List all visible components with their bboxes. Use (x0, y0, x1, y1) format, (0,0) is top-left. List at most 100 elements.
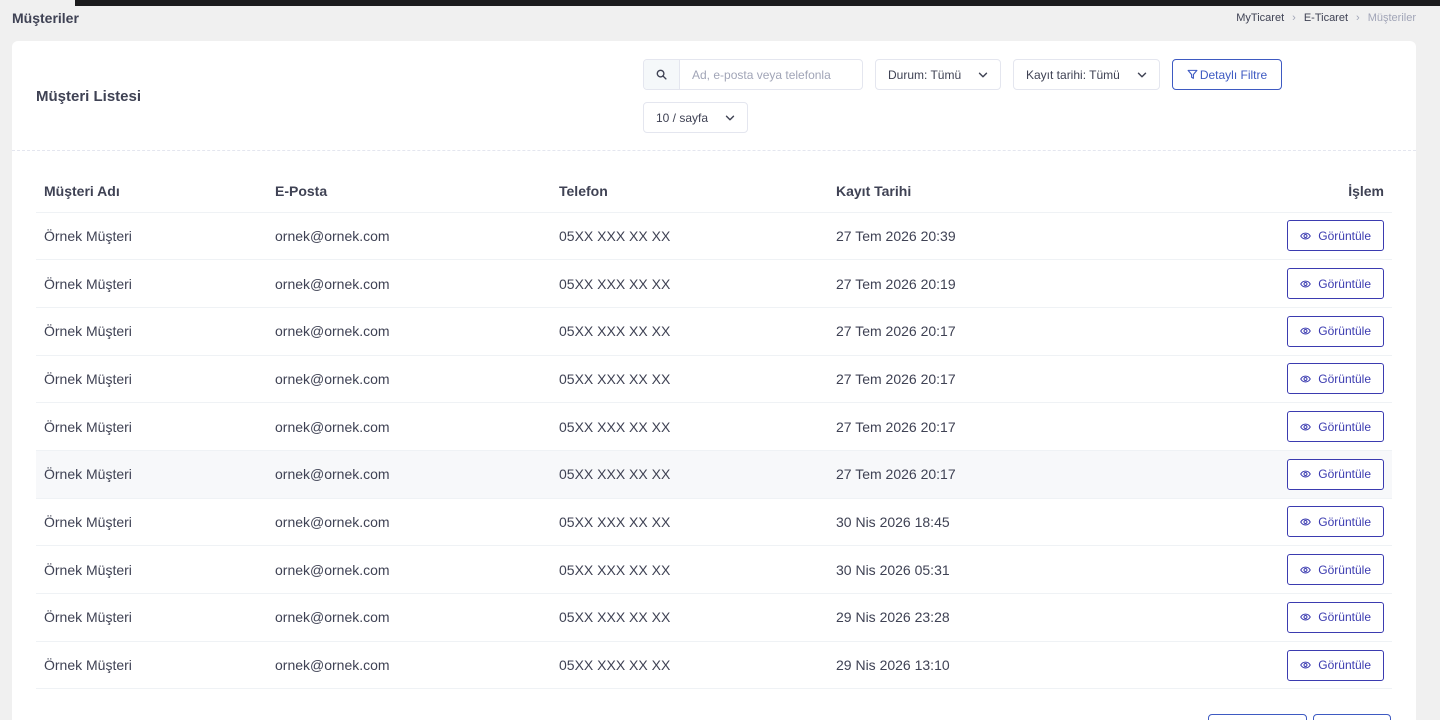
eye-icon (1300, 423, 1312, 431)
table-row: Örnek Müşteri ornek@ornek.com 05XX XXX XX … (36, 641, 1392, 690)
cell-phone: 05XX XXX XX XX (551, 593, 828, 642)
per-page-value: 10 / sayfa (656, 110, 709, 125)
eye-icon (1300, 327, 1312, 335)
cell-registration-date: 27 Tem 2026 20:19 (828, 259, 1128, 308)
view-customer-label: Görüntüle (1318, 514, 1371, 529)
table-header-row: Müşteri Adı E-Posta Telefon Kayıt Tarihi… (36, 170, 1392, 213)
view-customer-button[interactable]: Görüntüle (1287, 601, 1384, 633)
cell-action: Görüntüle (1128, 355, 1392, 404)
cell-name: Örnek Müşteri (36, 259, 267, 308)
view-customer-button[interactable]: Görüntüle (1287, 363, 1384, 395)
cell-name: Örnek Müşteri (36, 545, 267, 594)
view-customer-button[interactable]: Görüntüle (1287, 220, 1384, 252)
top-bar (75, 0, 1440, 6)
eye-icon (1300, 661, 1312, 669)
table-row: Örnek Müşteri ornek@ornek.com 05XX XXX XX … (36, 498, 1392, 547)
per-page-select[interactable]: 10 / sayfa (643, 102, 748, 133)
cell-action: Görüntüle (1128, 307, 1392, 356)
cell-registration-date: 27 Tem 2026 20:39 (828, 212, 1128, 261)
view-customer-button[interactable]: Görüntüle (1287, 315, 1384, 347)
cell-phone: 05XX XXX XX XX (551, 641, 828, 690)
cell-registration-date: 27 Tem 2026 20:17 (828, 402, 1128, 451)
column-header-phone: Telefon (551, 170, 828, 213)
cell-name: Örnek Müşteri (36, 402, 267, 451)
cell-phone: 05XX XXX XX XX (551, 545, 828, 594)
view-customer-label: Görüntüle (1318, 467, 1371, 482)
eye-icon (1300, 470, 1312, 478)
page-title: Müşteriler (12, 10, 79, 26)
table-row: Örnek Müşteri ornek@ornek.com 05XX XXX XX … (36, 212, 1392, 261)
status-filter-value: Durum: Tümü (888, 67, 962, 82)
column-header-action: İşlem (1128, 170, 1392, 213)
view-customer-label: Görüntüle (1318, 276, 1371, 291)
view-customer-label: Görüntüle (1318, 371, 1371, 386)
cell-action: Görüntüle (1128, 498, 1392, 547)
cell-name: Örnek Müşteri (36, 450, 267, 499)
cell-email: ornek@ornek.com (267, 498, 551, 547)
cell-name: Örnek Müşteri (36, 212, 267, 261)
column-header-registration-date: Kayıt Tarihi (828, 170, 1128, 213)
cell-email: ornek@ornek.com (267, 545, 551, 594)
eye-icon (1300, 375, 1312, 383)
view-customer-label: Görüntüle (1318, 419, 1371, 434)
view-customer-label: Görüntüle (1318, 324, 1371, 339)
pagination-previous-button[interactable] (1208, 714, 1307, 720)
cell-phone: 05XX XXX XX XX (551, 307, 828, 356)
view-customer-button[interactable]: Görüntüle (1287, 268, 1384, 300)
date-filter-value: Kayıt tarihi: Tümü (1026, 67, 1120, 82)
chevron-down-icon (725, 115, 735, 121)
eye-icon (1300, 613, 1312, 621)
view-customer-label: Görüntüle (1318, 228, 1371, 243)
cell-action: Görüntüle (1128, 641, 1392, 690)
view-customer-label: Görüntüle (1318, 562, 1371, 577)
view-customer-button[interactable]: Görüntüle (1287, 554, 1384, 586)
table-row: Örnek Müşteri ornek@ornek.com 05XX XXX XX … (36, 259, 1392, 308)
column-header-email: E-Posta (267, 170, 551, 213)
search-box (643, 59, 863, 90)
breadcrumb-item-ecommerce[interactable]: E-Ticaret (1304, 12, 1348, 24)
cell-email: ornek@ornek.com (267, 593, 551, 642)
cell-email: ornek@ornek.com (267, 641, 551, 690)
search-icon (644, 60, 680, 89)
table-row: Örnek Müşteri ornek@ornek.com 05XX XXX XX … (36, 307, 1392, 356)
eye-icon (1300, 518, 1312, 526)
cell-email: ornek@ornek.com (267, 212, 551, 261)
table-row: Örnek Müşteri ornek@ornek.com 05XX XXX XX … (36, 402, 1392, 451)
detailed-filter-button[interactable]: Detaylı Filtre (1172, 59, 1282, 90)
customers-table: Müşteri Adı E-Posta Telefon Kayıt Tarihi… (36, 170, 1392, 690)
cell-registration-date: 29 Nis 2026 23:28 (828, 593, 1128, 642)
cell-action: Görüntüle (1128, 402, 1392, 451)
cell-registration-date: 27 Tem 2026 20:17 (828, 307, 1128, 356)
breadcrumb-item-home[interactable]: MyTicaret (1236, 12, 1284, 24)
eye-icon (1300, 566, 1312, 574)
chevron-down-icon (1137, 72, 1147, 78)
cell-name: Örnek Müşteri (36, 307, 267, 356)
cell-action: Görüntüle (1128, 450, 1392, 499)
cell-registration-date: 27 Tem 2026 20:17 (828, 450, 1128, 499)
cell-action: Görüntüle (1128, 259, 1392, 308)
cell-phone: 05XX XXX XX XX (551, 259, 828, 308)
cell-registration-date: 30 Nis 2026 18:45 (828, 498, 1128, 547)
cell-phone: 05XX XXX XX XX (551, 402, 828, 451)
cell-email: ornek@ornek.com (267, 402, 551, 451)
breadcrumb-separator-icon: › (1356, 12, 1360, 24)
chevron-down-icon (978, 72, 988, 78)
cell-action: Görüntüle (1128, 593, 1392, 642)
cell-phone: 05XX XXX XX XX (551, 212, 828, 261)
pagination-next-button[interactable] (1313, 714, 1391, 720)
table-row: Örnek Müşteri ornek@ornek.com 05XX XXX XX … (36, 450, 1392, 499)
search-input[interactable] (680, 60, 862, 89)
view-customer-button[interactable]: Görüntüle (1287, 411, 1384, 443)
card-title: Müşteri Listesi (36, 88, 142, 105)
view-customer-button[interactable]: Görüntüle (1287, 506, 1384, 538)
view-customer-button[interactable]: Görüntüle (1287, 458, 1384, 490)
cell-name: Örnek Müşteri (36, 498, 267, 547)
view-customer-label: Görüntüle (1318, 610, 1371, 625)
detailed-filter-label: Detaylı Filtre (1199, 67, 1268, 82)
cell-registration-date: 30 Nis 2026 05:31 (828, 545, 1128, 594)
view-customer-button[interactable]: Görüntüle (1287, 649, 1384, 681)
breadcrumb-item-current: Müşteriler (1367, 12, 1416, 24)
cell-registration-date: 27 Tem 2026 20:17 (828, 355, 1128, 404)
status-filter-select[interactable]: Durum: Tümü (875, 59, 1001, 90)
date-filter-select[interactable]: Kayıt tarihi: Tümü (1013, 59, 1160, 90)
